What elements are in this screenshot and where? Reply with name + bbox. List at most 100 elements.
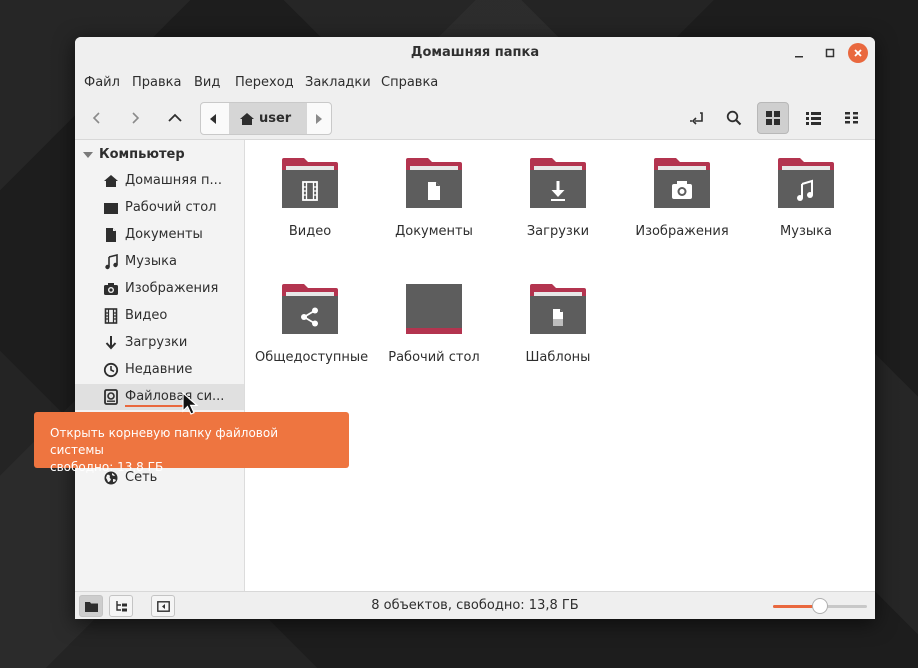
compact-view-icon (845, 112, 858, 124)
sidebar-item-music[interactable]: Музыка (75, 249, 244, 275)
compact-view-button[interactable] (836, 102, 868, 134)
sidebar-tooltip: Открыть корневую папку файловой системы … (34, 412, 349, 474)
home-icon (103, 173, 119, 189)
triangle-down-icon (83, 151, 93, 158)
film-icon (103, 308, 119, 324)
folder-icon (282, 158, 338, 208)
list-view-icon (805, 112, 821, 125)
folder-icon (282, 284, 338, 334)
sidebar-item-label: Домашняя п... (125, 173, 222, 188)
disk-icon (103, 389, 119, 405)
maximize-icon (825, 48, 835, 58)
folder-item[interactable]: Шаблоны (503, 282, 613, 365)
menu-bookmarks[interactable]: Закладки (305, 75, 371, 90)
menu-view[interactable]: Вид (194, 75, 220, 90)
close-icon (854, 49, 862, 57)
close-button[interactable] (848, 43, 868, 63)
menubar: Файл Правка Вид Переход Закладки Справка (75, 69, 875, 97)
zoom-slider-handle[interactable] (812, 598, 828, 614)
titlebar[interactable]: Домашняя папка (75, 37, 875, 69)
folder-label: Рабочий стол (388, 350, 480, 365)
chevron-right-icon (132, 112, 140, 124)
download-icon (103, 335, 119, 351)
folder-icon (654, 158, 710, 208)
sidebar-item-label: Музыка (125, 254, 177, 269)
icon-view-button[interactable] (757, 102, 789, 134)
file-manager-window: Домашняя папка Файл Правка Вид Переход З… (75, 37, 875, 619)
disk-usage-bar (125, 405, 183, 407)
breadcrumb-label: user (259, 111, 292, 126)
path-scroll-right-button[interactable] (307, 103, 331, 134)
folder-item[interactable]: Документы (379, 156, 489, 239)
sidebar-item-label: Загрузки (125, 335, 188, 350)
forward-button[interactable] (120, 103, 150, 133)
path-bar: user (200, 102, 332, 135)
folder-item[interactable]: Общедоступные (255, 282, 369, 365)
sidebar-item-recent[interactable]: Недавние (75, 357, 244, 383)
folder-item[interactable]: Музыка (751, 156, 861, 239)
menu-file[interactable]: Файл (84, 75, 120, 90)
path-scroll-left-button[interactable] (201, 103, 225, 134)
maximize-button[interactable] (820, 43, 840, 63)
home-icon (240, 112, 254, 125)
sidebar-item-home[interactable]: Домашняя п... (75, 168, 244, 194)
folder-label: Общедоступные (255, 350, 369, 365)
grid-view-icon (766, 111, 780, 125)
folder-icon (530, 284, 586, 334)
sidebar-item-videos[interactable]: Видео (75, 303, 244, 329)
sidebar: Компьютер Домашняя п... Рабочий стол Док… (75, 140, 245, 591)
sidebar-item-label: Документы (125, 227, 203, 242)
tooltip-line: Открыть корневую папку файловой системы (50, 426, 279, 457)
document-icon (103, 227, 119, 243)
sidebar-item-label: Рабочий стол (125, 200, 217, 215)
sidebar-item-documents[interactable]: Документы (75, 222, 244, 248)
sidebar-section-computer[interactable]: Компьютер (83, 147, 185, 162)
toolbar: user (75, 97, 875, 140)
folder-item[interactable]: Видео (255, 156, 365, 239)
back-button[interactable] (82, 103, 112, 133)
folder-item[interactable]: Рабочий стол (379, 282, 489, 365)
list-view-button[interactable] (797, 102, 829, 134)
up-button[interactable] (160, 103, 190, 133)
document-icon (428, 182, 440, 200)
sidebar-item-pictures[interactable]: Изображения (75, 276, 244, 302)
camera-icon (103, 281, 119, 297)
breadcrumb-home[interactable]: user (229, 103, 307, 134)
mouse-cursor-icon (182, 392, 199, 415)
template-icon (553, 309, 563, 326)
sidebar-item-label: Недавние (125, 362, 193, 377)
sidebar-section-label: Компьютер (99, 147, 185, 162)
folder-icon (530, 158, 586, 208)
desktop-folder-icon (406, 284, 462, 334)
sidebar-item-filesystem[interactable]: Файловая си... (75, 384, 244, 410)
triangle-left-icon (210, 113, 216, 124)
window-title: Домашняя папка (410, 45, 540, 60)
music-icon (103, 254, 119, 270)
sidebar-item-label: Видео (125, 308, 168, 323)
status-text: 8 объектов, свободно: 13,8 ГБ (371, 598, 579, 613)
folder-item[interactable]: Изображения (627, 156, 737, 239)
minimize-icon (795, 56, 803, 58)
file-view[interactable]: Видео Документы Загрузки Изображения Музыка О… (245, 140, 875, 591)
sidebar-item-desktop[interactable]: Рабочий стол (75, 195, 244, 221)
triangle-right-icon (316, 113, 322, 124)
chevron-left-icon (92, 112, 100, 124)
sidebar-item-downloads[interactable]: Загрузки (75, 330, 244, 356)
minimize-button[interactable] (789, 43, 809, 63)
clock-icon (103, 362, 119, 378)
menu-go[interactable]: Переход (235, 75, 294, 90)
location-toggle-icon (690, 112, 703, 125)
search-button[interactable] (718, 102, 750, 134)
zoom-slider[interactable] (773, 598, 867, 614)
statusbar: 8 объектов, свободно: 13,8 ГБ (75, 591, 875, 619)
sidebar-item-label: Изображения (125, 281, 219, 296)
toggle-location-button[interactable] (681, 102, 713, 134)
folder-label: Изображения (635, 224, 729, 239)
folder-label: Музыка (780, 224, 832, 239)
folder-label: Загрузки (526, 224, 590, 239)
menu-help[interactable]: Справка (381, 75, 438, 90)
folder-item[interactable]: Загрузки (503, 156, 613, 239)
menu-edit[interactable]: Правка (132, 75, 181, 90)
desktop-icon (103, 200, 119, 216)
folder-label: Документы (395, 224, 473, 239)
